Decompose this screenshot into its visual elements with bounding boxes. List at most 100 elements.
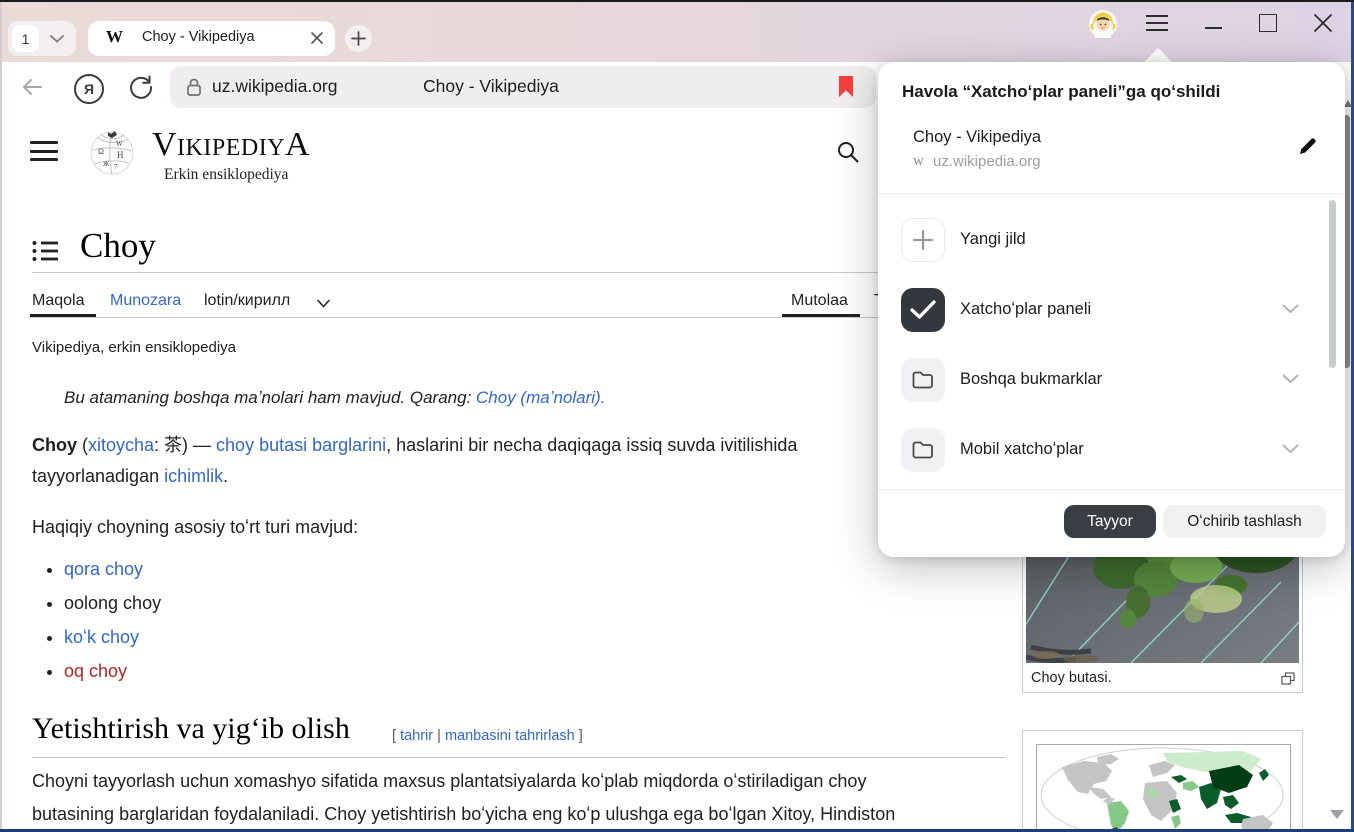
thumbnail-caption: Choy butasi. — [1031, 670, 1112, 686]
address-bar[interactable]: uz.wikipedia.org Choy - Vikipediya — [170, 66, 876, 108]
list-item-oolong-choy: oolong choy — [64, 593, 161, 614]
para2-line-2: butasining barglaridan foydalaniladi. Ch… — [32, 804, 895, 825]
new-folder-icon[interactable] — [901, 218, 945, 262]
folder-icon[interactable] — [901, 358, 945, 402]
browser-tab[interactable]: W Choy - Vikipediya — [88, 21, 335, 56]
lock-icon — [186, 77, 202, 97]
lead-bold: Choy — [32, 435, 77, 455]
list-item-kok-choy[interactable]: koʻk choy — [64, 627, 139, 648]
popup-divider — [878, 489, 1345, 490]
url-domain[interactable]: uz.wikipedia.org — [212, 76, 337, 97]
page-subtitle: Vikipediya, erkin ensiklopediya — [32, 339, 236, 356]
popup-item-xatchoplar-paneli[interactable]: Xatchoʻplar paneli — [960, 300, 1091, 319]
popup-pointer — [1144, 48, 1172, 62]
wiki-sitename[interactable]: VikipediyA — [152, 126, 310, 164]
yandex-button[interactable]: Я — [74, 74, 104, 104]
bookmark-favicon: w — [913, 153, 924, 170]
plus-icon — [351, 31, 366, 46]
edit-bookmark-icon[interactable] — [1297, 135, 1319, 157]
types-intro: Haqiqiy choyning asosiy toʻrt turi mavju… — [32, 517, 358, 538]
tab-close-icon[interactable] — [310, 31, 324, 45]
check-icon — [910, 300, 936, 320]
hatnote-link[interactable]: Choy (maʼnolari). — [476, 388, 605, 407]
tea-map-thumbnail[interactable] — [1022, 730, 1303, 831]
plus-icon — [913, 230, 933, 250]
remove-bookmark-button[interactable]: Oʻchirib tashlash — [1163, 505, 1326, 538]
svg-text:Ж: Ж — [103, 160, 110, 168]
link-xitoycha[interactable]: xitoycha — [88, 435, 154, 455]
edit-source-link[interactable]: manbasini tahrirlash — [445, 728, 575, 744]
scrollbar-down-arrow[interactable] — [1330, 810, 1344, 819]
tab-favicon: W — [106, 27, 123, 47]
popup-item-boshqa-bukmarklar[interactable]: Boshqa bukmarklar — [960, 370, 1102, 389]
hatnote: Bu atamaning boshqa maʼnolari ham mavjud… — [64, 388, 605, 408]
para2-line-1: Choyni tayyorlash uchun xomashyo sifatid… — [32, 771, 866, 792]
list-item-oq-choy[interactable]: oq choy — [64, 661, 127, 682]
popup-divider — [878, 193, 1345, 194]
minimize-button[interactable] — [1205, 27, 1222, 29]
wiki-site-subtitle: Erkin ensiklopediya — [164, 166, 288, 184]
tab-count-badge[interactable]: 1 — [12, 25, 39, 52]
back-button[interactable] — [20, 76, 44, 98]
tab-munozara[interactable]: Munozara — [110, 292, 181, 310]
checked-folder-icon[interactable] — [901, 288, 945, 332]
svg-text:H: H — [117, 150, 124, 160]
popup-item-mobil-xatchoplar[interactable]: Mobil xatchoʻplar — [960, 440, 1084, 459]
tab-maqola[interactable]: Maqola — [32, 292, 84, 310]
popup-title: Havola “Xatchoʻplar paneli”ga qoʻshildi — [902, 82, 1220, 102]
article-title: Choy — [80, 226, 156, 266]
refresh-button[interactable] — [128, 74, 154, 100]
lead-line-2: tayyorlanadigan ichimlik. — [32, 466, 228, 487]
bookmark-flag-icon[interactable] — [838, 76, 854, 98]
chevron-down-icon[interactable] — [1282, 444, 1299, 454]
tea-production-map-image — [1037, 745, 1288, 831]
tab-title: Choy - Vikipediya — [142, 29, 255, 45]
url-page-title: Choy - Vikipediya — [423, 76, 559, 97]
chevron-down-icon[interactable] — [1282, 374, 1299, 384]
yandex-glyph: Я — [84, 81, 94, 97]
folder-glyph — [912, 370, 934, 390]
folder-icon[interactable] — [901, 428, 945, 472]
wiki-menu-button[interactable] — [30, 141, 58, 162]
browser-menu-button[interactable] — [1146, 13, 1170, 35]
bullet-dot — [47, 636, 52, 641]
bookmark-added-popup: Havola “Xatchoʻplar paneli”ga qoʻshildi … — [878, 62, 1345, 557]
link-ichimlik[interactable]: ichimlik — [164, 466, 223, 486]
bullet-dot — [47, 670, 52, 675]
svg-text:Ω: Ω — [98, 147, 104, 156]
section-heading: Yetishtirish va yigʻib olish — [32, 712, 350, 746]
folder-glyph — [912, 440, 934, 460]
tab-variant-selector[interactable]: lotin/кирилл — [204, 292, 290, 310]
tab-mutolaa[interactable]: Mutolaa — [791, 292, 848, 310]
link-choy-butasi[interactable]: choy butasi barglarini — [216, 435, 386, 455]
bullet-dot — [47, 568, 52, 573]
tab-group-button[interactable]: 1 — [8, 21, 76, 56]
popup-scrollbar-thumb[interactable] — [1329, 200, 1336, 368]
window-border-top — [0, 0, 1354, 2]
bookmark-url: uz.wikipedia.org — [933, 153, 1041, 170]
bookmark-title: Choy - Vikipediya — [913, 128, 1041, 147]
profile-avatar[interactable] — [1089, 10, 1117, 38]
lead-line-1: Choy (xitoycha: 茶) — choy butasi barglar… — [32, 431, 797, 457]
close-window-button[interactable] — [1313, 13, 1333, 33]
done-button[interactable]: Tayyor — [1064, 505, 1156, 538]
chevron-down-icon — [50, 35, 64, 43]
bullet-dot — [47, 602, 52, 607]
chevron-down-icon[interactable] — [317, 299, 330, 308]
popup-item-yangi-jild[interactable]: Yangi jild — [960, 230, 1026, 249]
svg-text:W: W — [116, 140, 123, 148]
new-tab-button[interactable] — [345, 25, 372, 52]
wikipedia-logo[interactable]: Ω W H Ж 7 — [88, 128, 136, 176]
hatnote-text: Bu atamaning boshqa maʼnolari ham mavjud… — [64, 388, 476, 407]
expand-thumbnail-icon[interactable] — [1281, 672, 1295, 685]
window-border-left — [0, 2, 2, 832]
svg-text:7: 7 — [114, 163, 118, 171]
section-divider — [32, 757, 1005, 758]
search-icon[interactable] — [836, 140, 860, 164]
chevron-down-icon[interactable] — [1282, 304, 1299, 314]
edit-section: [ tahrir | manbasini tahrirlash ] — [392, 728, 583, 744]
maximize-button[interactable] — [1259, 14, 1277, 32]
toc-icon[interactable] — [32, 240, 58, 262]
edit-link[interactable]: tahrir — [400, 728, 433, 744]
list-item-qora-choy[interactable]: qora choy — [64, 559, 143, 580]
